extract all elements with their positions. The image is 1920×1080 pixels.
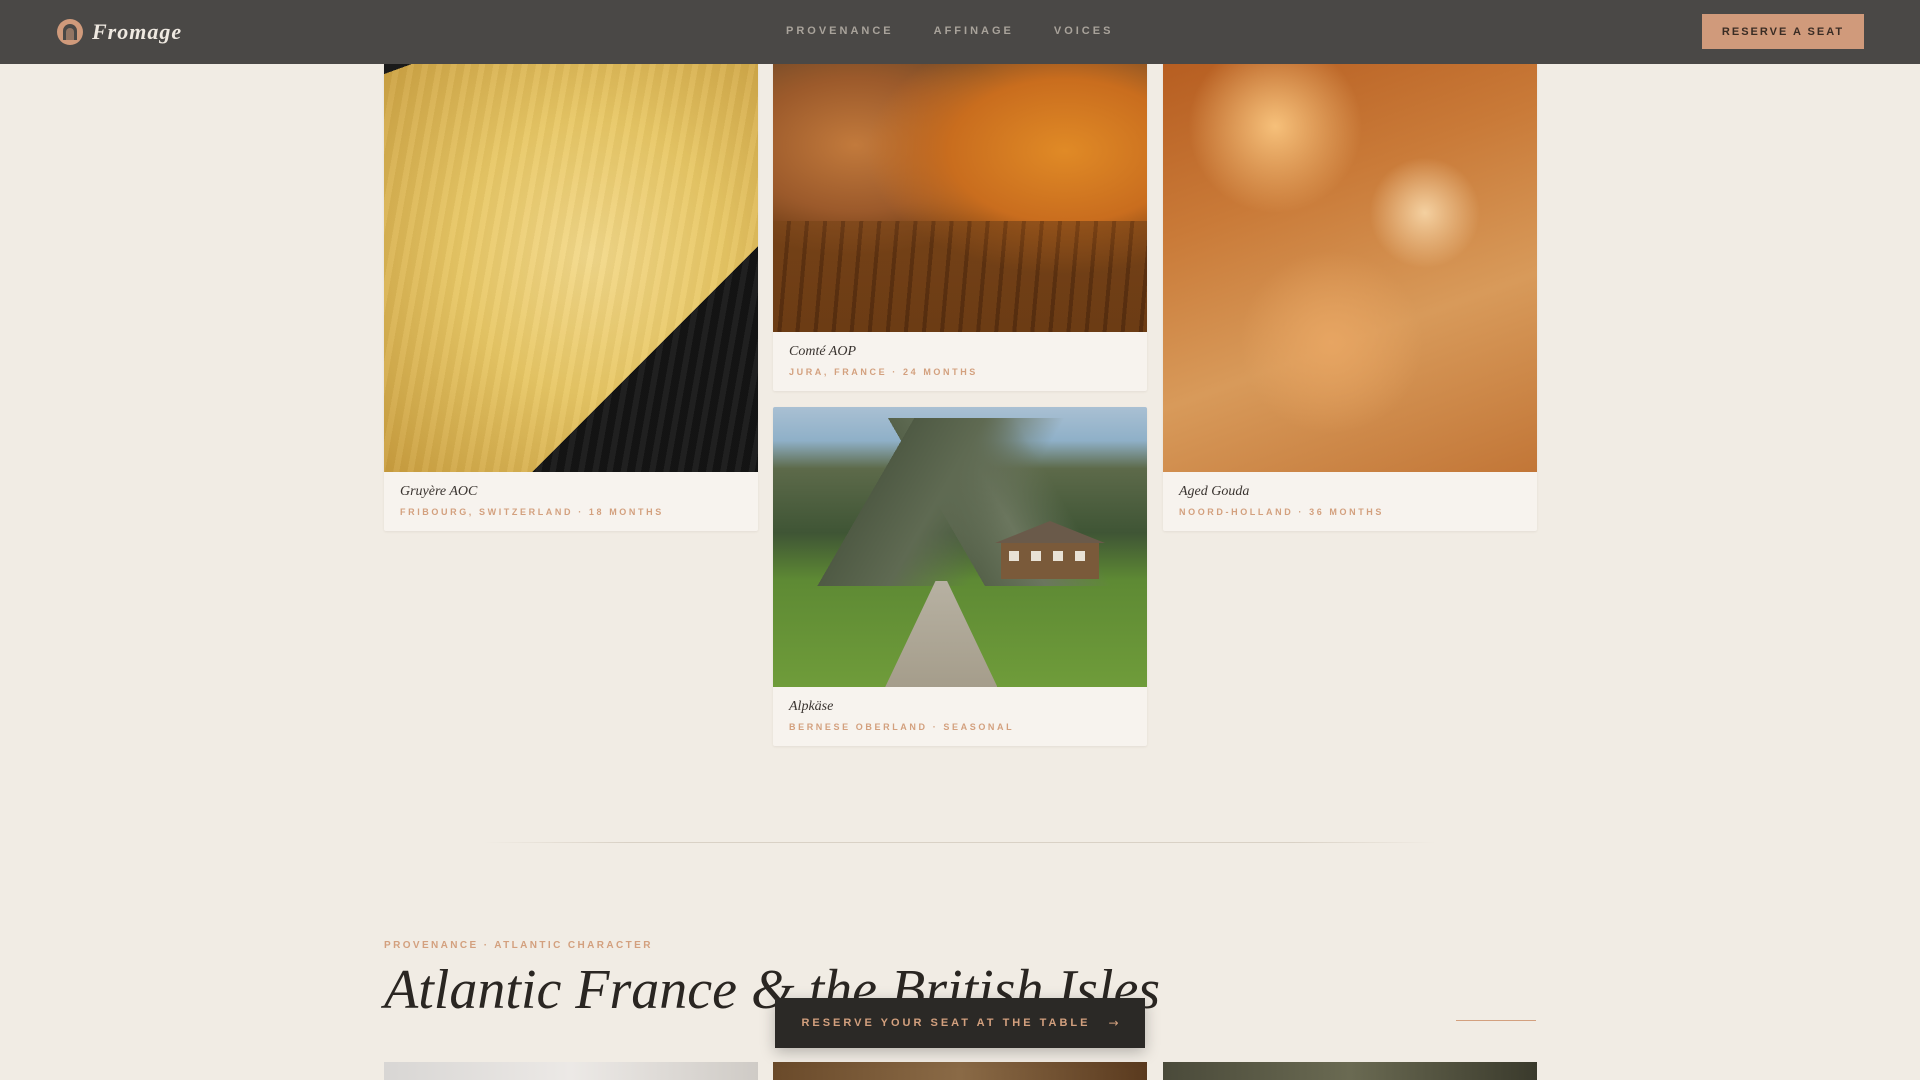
cheese-card-gruyere[interactable]: Gruyère AOC FRIBOURG, SWITZERLAND · 18 M… <box>384 40 758 531</box>
cheese-card-alpkase[interactable]: Alpkäse BERNESE OBERLAND · SEASONAL <box>773 407 1147 746</box>
brand[interactable]: Fromage <box>56 18 182 46</box>
cheese-meta: BERNESE OBERLAND · SEASONAL <box>789 722 1015 732</box>
brand-name: Fromage <box>92 19 183 44</box>
reserve-table-button[interactable]: RESERVE YOUR SEAT AT THE TABLE → <box>775 998 1145 1048</box>
cheese-image-comte <box>773 40 1147 332</box>
cheese-card-preview[interactable] <box>773 1062 1147 1080</box>
nav-link-provenance[interactable]: PROVENANCE <box>786 25 894 37</box>
arch-logo-icon <box>57 19 83 45</box>
cheese-card-gouda[interactable]: Aged Gouda NOORD-HOLLAND · 36 MONTHS <box>1163 40 1537 531</box>
reserve-seat-button[interactable]: RESERVE A SEAT <box>1702 14 1864 49</box>
nav-link-affinage[interactable]: AFFINAGE <box>934 25 1014 37</box>
cheese-meta: JURA, FRANCE · 24 MONTHS <box>789 367 978 377</box>
cheese-name: Aged Gouda <box>1179 484 1250 499</box>
cheese-card-comte[interactable]: Comté AOP JURA, FRANCE · 24 MONTHS <box>773 40 1147 391</box>
accent-rule <box>1456 1020 1536 1021</box>
nav-link-voices[interactable]: VOICES <box>1054 25 1114 37</box>
nav-links: PROVENANCE AFFINAGE VOICES <box>786 25 1113 37</box>
cheese-image-gouda <box>1163 40 1537 472</box>
section-eyebrow: PROVENANCE · ATLANTIC CHARACTER <box>384 940 653 951</box>
cheese-meta: FRIBOURG, SWITZERLAND · 18 MONTHS <box>400 507 664 517</box>
reserve-table-label: RESERVE YOUR SEAT AT THE TABLE <box>801 1017 1091 1029</box>
arrow-right-icon: → <box>1108 1016 1119 1030</box>
cheese-card-preview[interactable] <box>1163 1062 1537 1080</box>
alpine-hut-icon <box>995 521 1105 579</box>
cheese-meta: NOORD-HOLLAND · 36 MONTHS <box>1179 507 1384 517</box>
section-divider <box>484 842 1436 843</box>
cheese-image-alpkase <box>773 407 1147 687</box>
cheese-image-gruyere <box>384 40 758 472</box>
cheese-name: Alpkäse <box>789 699 834 714</box>
top-nav: Fromage PROVENANCE AFFINAGE VOICES RESER… <box>0 0 1920 64</box>
cheese-card-preview[interactable] <box>384 1062 758 1080</box>
cheese-name: Gruyère AOC <box>400 484 478 499</box>
cheese-name: Comté AOP <box>789 344 857 359</box>
